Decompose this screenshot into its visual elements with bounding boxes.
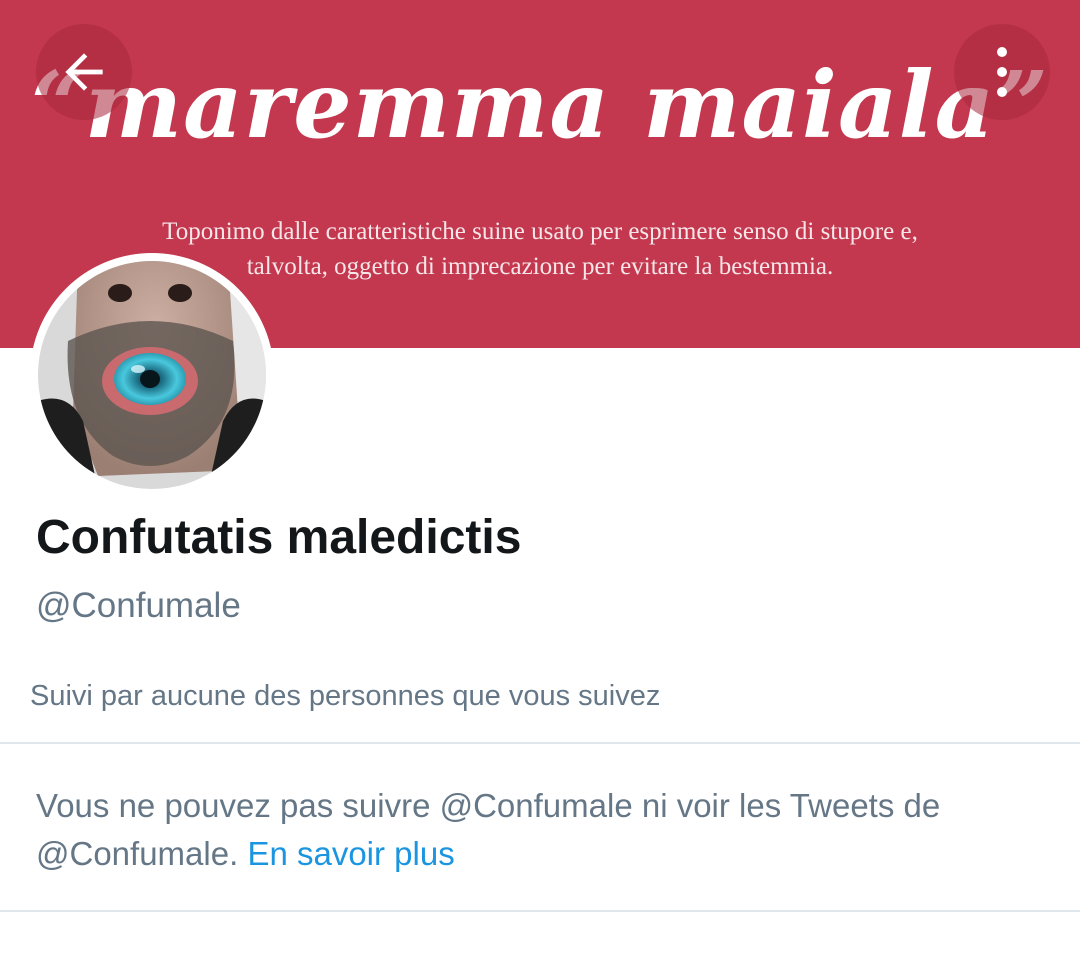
divider xyxy=(0,910,1080,912)
avatar-frame[interactable] xyxy=(30,253,274,497)
arrow-left-icon xyxy=(65,53,103,91)
more-vertical-icon xyxy=(997,47,1007,97)
back-button[interactable] xyxy=(36,24,132,120)
avatar[interactable] xyxy=(38,261,266,489)
profile-handle: @Confumale xyxy=(36,586,241,625)
blocked-notice: Vous ne pouvez pas suivre @Confumale ni … xyxy=(36,782,1046,878)
more-options-button[interactable] xyxy=(954,24,1050,120)
learn-more-link[interactable]: En savoir plus xyxy=(247,835,454,872)
profile-display-name: Confutatis maledictis xyxy=(36,511,522,564)
avatar-photo xyxy=(38,261,266,489)
followed-by-text: Suivi par aucune des personnes que vous … xyxy=(30,680,661,712)
blocked-notice-text: Vous ne pouvez pas suivre @Confumale ni … xyxy=(36,787,941,872)
banner-subtitle: Toponimo dalle caratteristiche suine usa… xyxy=(162,218,918,280)
banner-title: “maremma maiala” xyxy=(30,51,1050,159)
divider xyxy=(0,742,1080,744)
